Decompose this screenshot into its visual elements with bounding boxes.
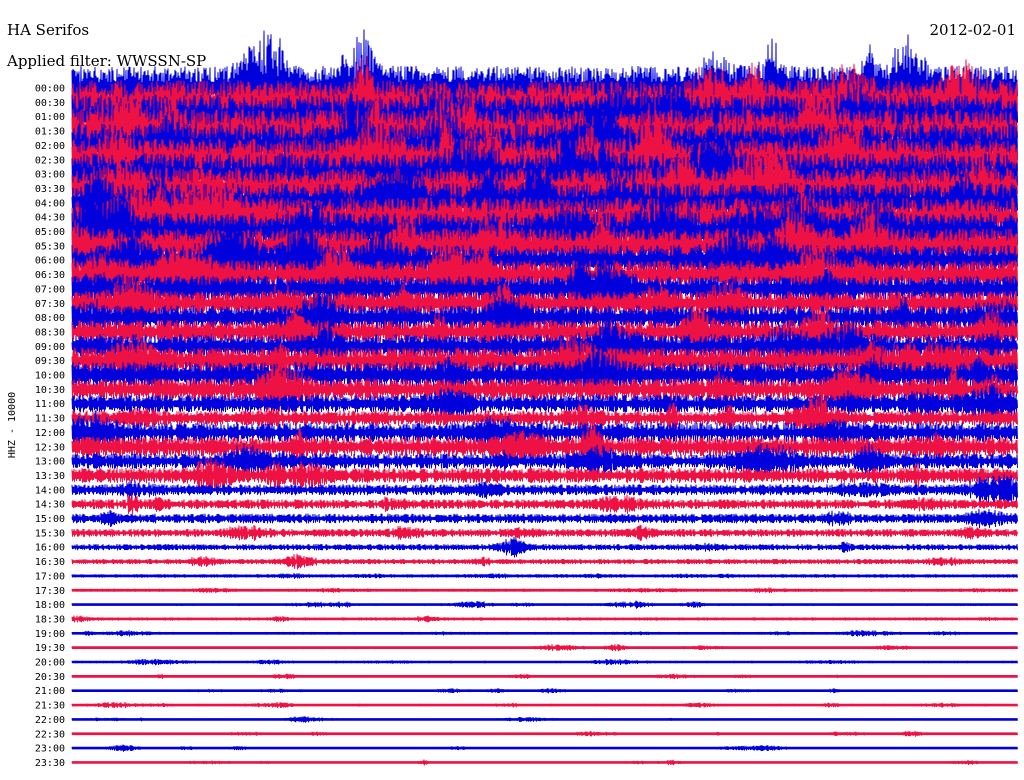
time-label: 01:30 (35, 127, 65, 138)
time-label: 23:00 (35, 744, 65, 755)
time-label: 23:30 (35, 758, 65, 769)
time-label: 15:30 (35, 528, 65, 539)
time-label: 20:00 (35, 658, 65, 669)
time-label: 07:30 (35, 299, 65, 310)
time-label: 04:30 (35, 213, 65, 224)
time-label: 17:00 (35, 571, 65, 582)
date-label: 2012-02-01 (930, 21, 1016, 39)
time-label: 00:30 (35, 98, 65, 109)
y-axis-label: HHZ - 10000 (7, 392, 18, 458)
time-label: 05:30 (35, 241, 65, 252)
time-label: 02:00 (35, 141, 65, 152)
time-label: 19:30 (35, 643, 65, 654)
time-label: 22:30 (35, 729, 65, 740)
time-label: 08:00 (35, 313, 65, 324)
time-label: 21:00 (35, 686, 65, 697)
time-label: 07:00 (35, 284, 65, 295)
time-label: 22:00 (35, 715, 65, 726)
time-label: 12:30 (35, 442, 65, 453)
time-label: 16:00 (35, 543, 65, 554)
time-label: 17:30 (35, 586, 65, 597)
time-label: 13:00 (35, 457, 65, 468)
time-label: 10:30 (35, 385, 65, 396)
station-title: HA Serifos (7, 21, 89, 39)
time-label: 21:30 (35, 701, 65, 712)
time-label: 01:00 (35, 112, 65, 123)
time-label: 03:00 (35, 170, 65, 181)
time-label: 16:30 (35, 557, 65, 568)
time-label: 19:00 (35, 629, 65, 640)
time-label: 03:30 (35, 184, 65, 195)
time-label: 10:00 (35, 371, 65, 382)
time-label: 04:00 (35, 198, 65, 209)
time-label: 06:30 (35, 270, 65, 281)
time-label: 14:30 (35, 500, 65, 511)
time-label: 15:00 (35, 514, 65, 525)
time-label: 18:00 (35, 600, 65, 611)
time-label: 13:30 (35, 471, 65, 482)
time-label: 20:30 (35, 672, 65, 683)
time-label: 12:00 (35, 428, 65, 439)
time-label: 11:00 (35, 399, 65, 410)
time-label: 06:00 (35, 256, 65, 267)
helicorder-plot: 00:00 00:30 01:00 01:30 02:00 02:30 03:00 03:30… (0, 0, 1024, 780)
time-label: 05:00 (35, 227, 65, 238)
time-label: 14:00 (35, 485, 65, 496)
time-label: 09:00 (35, 342, 65, 353)
time-label: 02:30 (35, 155, 65, 166)
filter-label: Applied filter: WWSSN-SP (6, 52, 206, 70)
time-label: 08:30 (35, 327, 65, 338)
time-label: 11:30 (35, 414, 65, 425)
time-label: 09:30 (35, 356, 65, 367)
time-label: 00:00 (35, 84, 65, 95)
time-label: 18:30 (35, 614, 65, 625)
